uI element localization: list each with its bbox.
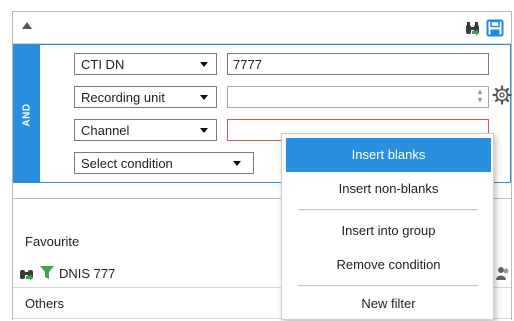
menu-item-new-filter[interactable]: New filter <box>286 287 491 321</box>
filter-header <box>13 11 511 44</box>
field-select-cti-dn[interactable]: CTI DN <box>74 53 217 75</box>
value-input-recording-unit[interactable]: ▲ ▼ <box>227 86 489 108</box>
menu-separator <box>298 209 478 211</box>
chevron-down-icon <box>200 62 208 67</box>
field-select-channel[interactable]: Channel <box>74 119 217 141</box>
menu-item-label: Insert non-blanks <box>338 181 439 196</box>
gear-icon[interactable] <box>492 85 512 105</box>
condition-context-menu: Insert blanks Insert non-blanks Insert i… <box>281 133 494 320</box>
chevron-down-icon <box>233 161 241 166</box>
favourite-item-label: DNIS 777 <box>59 266 116 281</box>
chevron-down-icon <box>200 128 208 133</box>
and-label: AND <box>21 103 33 127</box>
menu-item-label: Insert blanks <box>351 147 426 162</box>
chevron-down-icon <box>200 95 208 100</box>
and-group-bar: AND <box>14 45 40 182</box>
menu-item-insert-non-blanks[interactable]: Insert non-blanks <box>286 172 491 206</box>
filter-funnel-icon <box>40 266 54 279</box>
field-select-label: Channel <box>81 123 130 138</box>
binoculars-icon[interactable] <box>464 19 482 37</box>
spinner-icon[interactable]: ▲ ▼ <box>475 89 485 105</box>
users-icon <box>496 267 509 280</box>
menu-item-insert-blanks[interactable]: Insert blanks <box>286 138 491 172</box>
menu-item-label: Insert into group <box>341 223 436 238</box>
menu-item-remove-condition[interactable]: Remove condition <box>286 248 491 282</box>
favourite-heading: Favourite <box>25 234 80 249</box>
value-text: 7777 <box>233 57 262 72</box>
select-condition-label: Select condition <box>81 156 173 171</box>
collapse-up-icon[interactable] <box>22 22 32 29</box>
field-select-label: CTI DN <box>81 57 125 72</box>
save-icon[interactable] <box>486 19 504 37</box>
value-input-cti-dn[interactable]: 7777 <box>227 53 489 75</box>
menu-item-label: New filter <box>361 296 416 311</box>
field-select-recording-unit[interactable]: Recording unit <box>74 86 217 108</box>
menu-item-label: Remove condition <box>336 257 441 272</box>
field-select-label: Recording unit <box>81 90 165 105</box>
others-heading: Others <box>25 296 65 311</box>
binoculars-icon <box>20 270 33 281</box>
select-condition-dropdown[interactable]: Select condition <box>74 152 254 174</box>
menu-item-insert-into-group[interactable]: Insert into group <box>286 214 491 248</box>
